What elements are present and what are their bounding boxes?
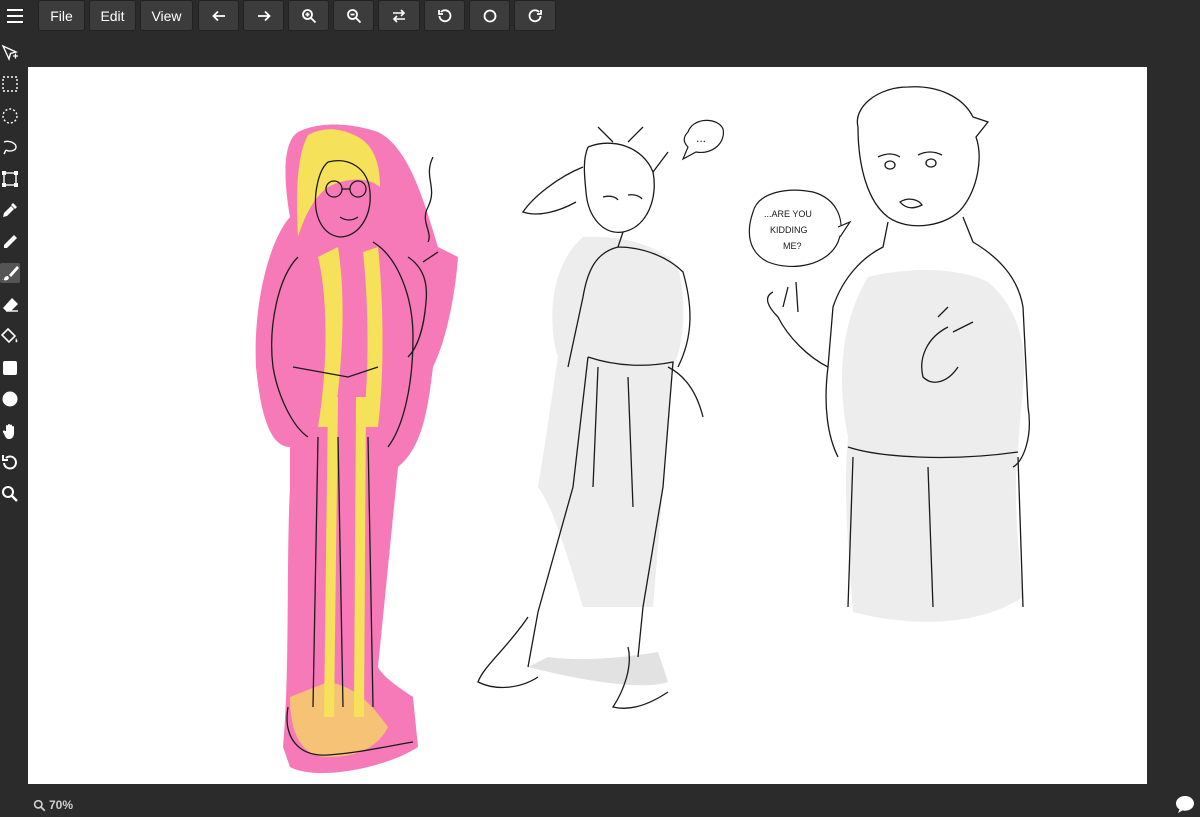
rotate-left-icon	[437, 8, 451, 22]
top-toolbar: File Edit View	[0, 0, 1200, 36]
ellipse-icon	[2, 391, 18, 407]
lasso-tool[interactable]	[0, 137, 20, 157]
eraser-icon	[3, 298, 18, 312]
pencil-tool[interactable]	[0, 232, 20, 252]
tool-sidebar	[0, 36, 24, 796]
speech-bubble-2-line-3: ME?	[783, 241, 802, 251]
figure-surprised: ...ARE YOU KIDDING ME?	[748, 86, 1030, 622]
move-icon	[1, 44, 19, 62]
eyedropper-tool[interactable]	[0, 200, 20, 220]
edit-menu-button[interactable]: Edit	[89, 0, 136, 31]
arrow-right-button[interactable]	[243, 0, 284, 31]
pencil-icon	[4, 235, 17, 248]
reset-rotation-icon	[483, 9, 496, 22]
arrow-left-icon	[211, 10, 225, 21]
zoom-out-button[interactable]	[333, 0, 374, 31]
eyedropper-icon	[3, 203, 17, 217]
zoom-readout[interactable]: 70%	[33, 798, 73, 812]
rotate-right-button[interactable]	[514, 0, 556, 31]
arrow-right-icon	[257, 10, 271, 21]
speech-bubble-icon[interactable]	[1174, 793, 1196, 815]
reset-rotation-button[interactable]	[469, 0, 510, 31]
speech-bubble-1-text: ...	[696, 131, 706, 145]
hand-tool[interactable]	[0, 421, 20, 441]
zoom-in-icon	[301, 8, 316, 23]
ellipse-tool[interactable]	[0, 389, 20, 409]
figure-pink	[255, 124, 458, 774]
ellipse-select-icon	[2, 108, 18, 124]
zoom-tool[interactable]	[0, 484, 20, 504]
rotate-right-icon	[528, 8, 542, 22]
speech-bubble-2-line-2: KIDDING	[770, 225, 808, 235]
swap-icon	[392, 8, 406, 23]
move-tool[interactable]	[0, 43, 20, 63]
brush-tool[interactable]	[0, 263, 20, 283]
rectangle-tool[interactable]	[0, 358, 20, 378]
transform-tool[interactable]	[0, 169, 20, 189]
lasso-icon	[3, 140, 17, 155]
zoom-out-icon	[346, 8, 361, 23]
ellipse-select-tool[interactable]	[0, 106, 20, 126]
hamburger-icon[interactable]	[4, 5, 26, 27]
fill-bucket-icon	[1, 327, 18, 344]
drawing-canvas[interactable]: ... ...ARE YOU KIDDING ME?	[28, 67, 1147, 784]
rectangle-icon	[3, 361, 17, 375]
speech-bubble-2-line-1: ...ARE YOU	[764, 209, 812, 219]
eraser-tool[interactable]	[0, 295, 20, 315]
rect-select-tool[interactable]	[0, 74, 20, 94]
view-menu-button[interactable]: View	[140, 0, 193, 31]
zoom-icon	[2, 486, 18, 502]
edit-menu-label: Edit	[100, 7, 125, 24]
figure-standing: ...	[477, 119, 724, 709]
file-menu-button[interactable]: File	[38, 0, 85, 31]
arrow-left-button[interactable]	[198, 0, 239, 31]
undo-icon	[2, 455, 17, 470]
artwork: ... ...ARE YOU KIDDING ME?	[255, 86, 1030, 774]
rotate-left-button[interactable]	[424, 0, 465, 31]
swap-button[interactable]	[378, 0, 420, 31]
zoom-status-icon	[33, 799, 46, 811]
speech-bubble-2: ...ARE YOU KIDDING ME?	[748, 189, 852, 268]
transform-icon	[2, 171, 18, 187]
zoom-in-button[interactable]	[288, 0, 329, 31]
speech-bubble-1: ...	[681, 119, 724, 161]
rect-select-icon	[2, 76, 18, 92]
undo-tool[interactable]	[0, 452, 20, 472]
brush-icon	[2, 266, 19, 281]
view-menu-label: View	[151, 7, 182, 24]
status-bar: 70%	[0, 792, 1200, 817]
fill-bucket-tool[interactable]	[0, 326, 20, 346]
hand-icon	[2, 424, 15, 439]
file-menu-label: File	[50, 7, 73, 24]
zoom-level: 70%	[49, 798, 74, 812]
